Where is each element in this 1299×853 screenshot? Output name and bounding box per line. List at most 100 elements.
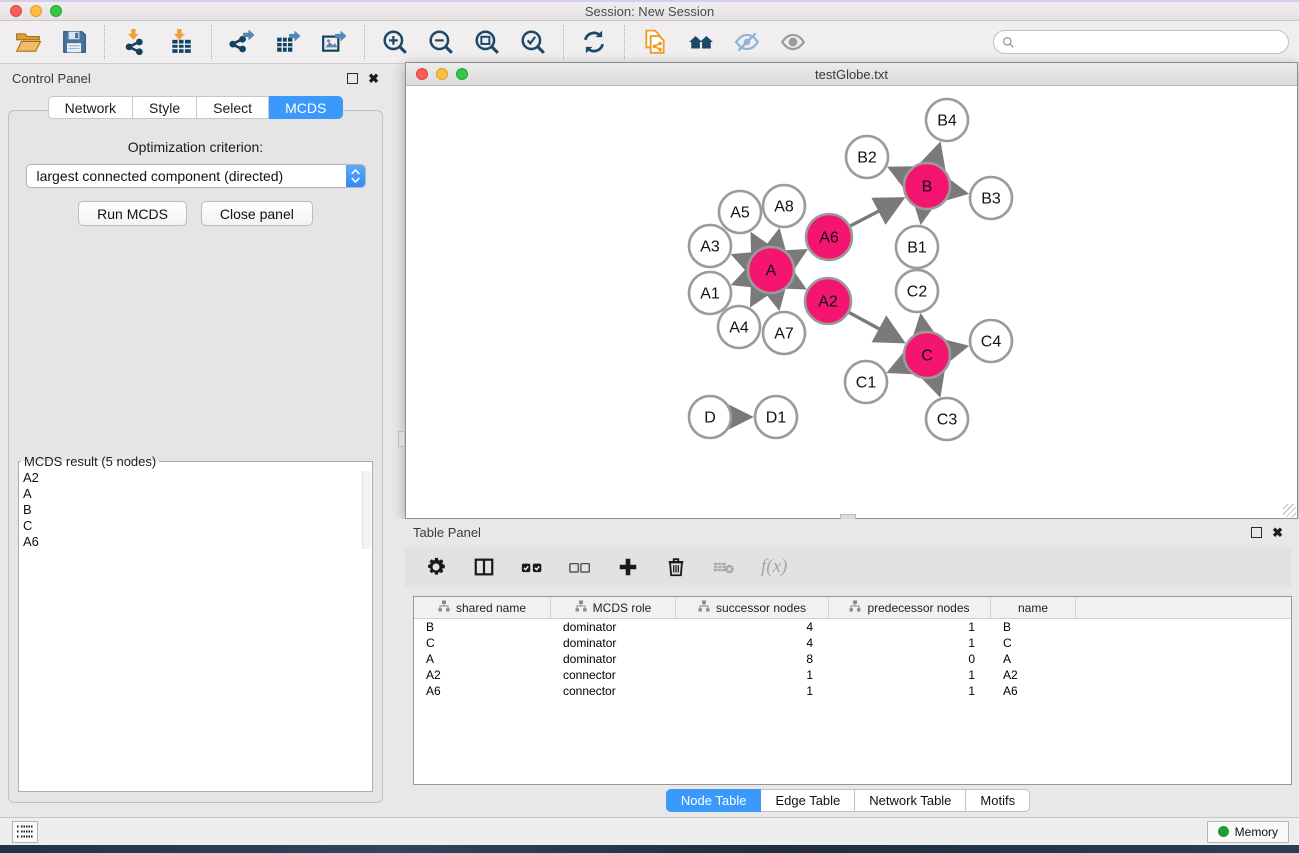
table-row[interactable]: A2connector11A2 [414,667,1291,683]
table-cell[interactable]: 1 [676,667,829,683]
import-network-icon[interactable] [121,28,149,56]
table-cell[interactable]: 1 [829,683,991,699]
add-column-icon[interactable] [617,556,639,578]
table-cell[interactable]: connector [551,667,676,683]
edge-B-B1[interactable] [922,209,924,219]
criterion-dropdown[interactable]: largest connected component (directed) [26,164,366,188]
table-cell[interactable]: A2 [414,667,551,683]
edge-A-A1[interactable] [737,278,749,283]
edge-B-B3[interactable] [950,190,963,192]
save-session-icon[interactable] [60,28,88,56]
table-cell[interactable]: 1 [829,635,991,651]
float-table-panel-icon[interactable] [1251,527,1262,538]
show-all-icon[interactable] [779,28,807,56]
table-cell[interactable]: A [414,651,551,667]
deselect-all-icon[interactable] [569,556,591,578]
edge-B-B4[interactable] [934,148,939,164]
result-item[interactable]: A [23,486,368,502]
export-image-icon[interactable] [320,28,348,56]
table-cell[interactable]: 1 [829,619,991,635]
tab-mcds[interactable]: MCDS [269,96,343,119]
table-cell[interactable]: dominator [551,651,676,667]
column-header-name[interactable]: name [991,597,1076,618]
table-cell[interactable]: A6 [414,683,551,699]
table-cell[interactable]: C [414,635,551,651]
table-settings-icon[interactable] [425,556,447,578]
select-all-icon[interactable] [521,556,543,578]
table-cell[interactable]: B [414,619,551,635]
edge-C-C3[interactable] [934,377,938,391]
export-table-icon[interactable] [274,28,302,56]
result-scrollbar[interactable] [362,471,371,549]
zoom-selected-icon[interactable] [519,28,547,56]
table-cell[interactable]: 4 [676,635,829,651]
table-cell[interactable]: 8 [676,651,829,667]
result-item[interactable]: A6 [23,534,368,550]
table-cell[interactable]: A6 [991,683,1076,699]
network-graph[interactable]: B4B2BB3A5A8A6A3B1AC2A1A2A4A7C4CC1DD1C3 [406,86,1297,518]
result-item[interactable]: A2 [23,470,368,486]
column-header-shared-name[interactable]: shared name [414,597,551,618]
table-cell[interactable]: connector [551,683,676,699]
edge-C-C1[interactable] [893,364,906,370]
edge-C-C4[interactable] [949,347,962,350]
edge-A-A2[interactable] [791,281,801,286]
zoom-in-icon[interactable] [381,28,409,56]
table-body[interactable]: Bdominator41BCdominator41CAdominator80AA… [414,619,1291,699]
table-cell[interactable]: B [991,619,1076,635]
table-cell[interactable]: 4 [676,619,829,635]
hide-selected-icon[interactable] [733,28,761,56]
table-row[interactable]: Adominator80A [414,651,1291,667]
tab-network-table[interactable]: Network Table [855,789,966,812]
tab-node-table[interactable]: Node Table [666,789,762,812]
import-table-icon[interactable] [167,28,195,56]
edge-A-A7[interactable] [776,293,778,305]
tab-motifs[interactable]: Motifs [966,789,1030,812]
window-resize-grip[interactable] [1283,504,1296,517]
splitter-grip-vertical[interactable] [398,431,405,447]
search-input[interactable] [1020,31,1288,53]
table-cell[interactable]: A [991,651,1076,667]
edge-A-A6[interactable] [791,252,802,258]
function-builder-icon[interactable]: f(x) [761,556,787,578]
tab-network[interactable]: Network [48,96,133,119]
close-panel-icon[interactable]: ✖ [368,73,379,84]
zoom-out-icon[interactable] [427,28,455,56]
edge-A-A3[interactable] [737,257,750,262]
result-item[interactable]: C [23,518,368,534]
table-row[interactable]: Cdominator41C [414,635,1291,651]
close-panel-button[interactable]: Close panel [201,201,313,226]
edge-A6-B[interactable] [849,200,899,226]
export-network-icon[interactable] [228,28,256,56]
table-cell[interactable]: dominator [551,635,676,651]
tab-edge-table[interactable]: Edge Table [761,789,855,812]
tab-select[interactable]: Select [197,96,269,119]
table-cell[interactable]: 1 [676,683,829,699]
delete-column-icon[interactable] [665,556,687,578]
table-row[interactable]: Bdominator41B [414,619,1291,635]
table-cell[interactable]: C [991,635,1076,651]
zoom-fit-icon[interactable] [473,28,501,56]
edge-A-A4[interactable] [753,290,760,302]
column-view-icon[interactable] [473,556,495,578]
column-header-MCDS-role[interactable]: MCDS role [551,597,676,618]
table-row[interactable]: A6connector11A6 [414,683,1291,699]
result-item[interactable]: B [23,502,368,518]
mcds-result-list[interactable]: A2ABCA6 [19,469,372,551]
edge-A-A8[interactable] [776,234,779,247]
edge-A2-C[interactable] [848,312,900,340]
float-panel-icon[interactable] [347,73,358,84]
task-history-button[interactable] [12,821,38,843]
open-file-icon[interactable] [14,28,42,56]
column-header-predecessor-nodes[interactable]: predecessor nodes [829,597,991,618]
network-window-titlebar[interactable]: testGlobe.txt [406,63,1297,86]
new-network-from-selection-icon[interactable] [641,28,669,56]
close-table-panel-icon[interactable]: ✖ [1272,527,1283,538]
network-canvas[interactable]: B4B2BB3A5A8A6A3B1AC2A1A2A4A7C4CC1DD1C3 [406,86,1297,518]
table-cell[interactable]: 0 [829,651,991,667]
edge-C-C2[interactable] [921,320,923,333]
memory-button[interactable]: Memory [1207,821,1289,843]
delete-table-icon[interactable] [713,556,735,578]
first-neighbors-icon[interactable] [687,28,715,56]
tab-style[interactable]: Style [133,96,197,119]
